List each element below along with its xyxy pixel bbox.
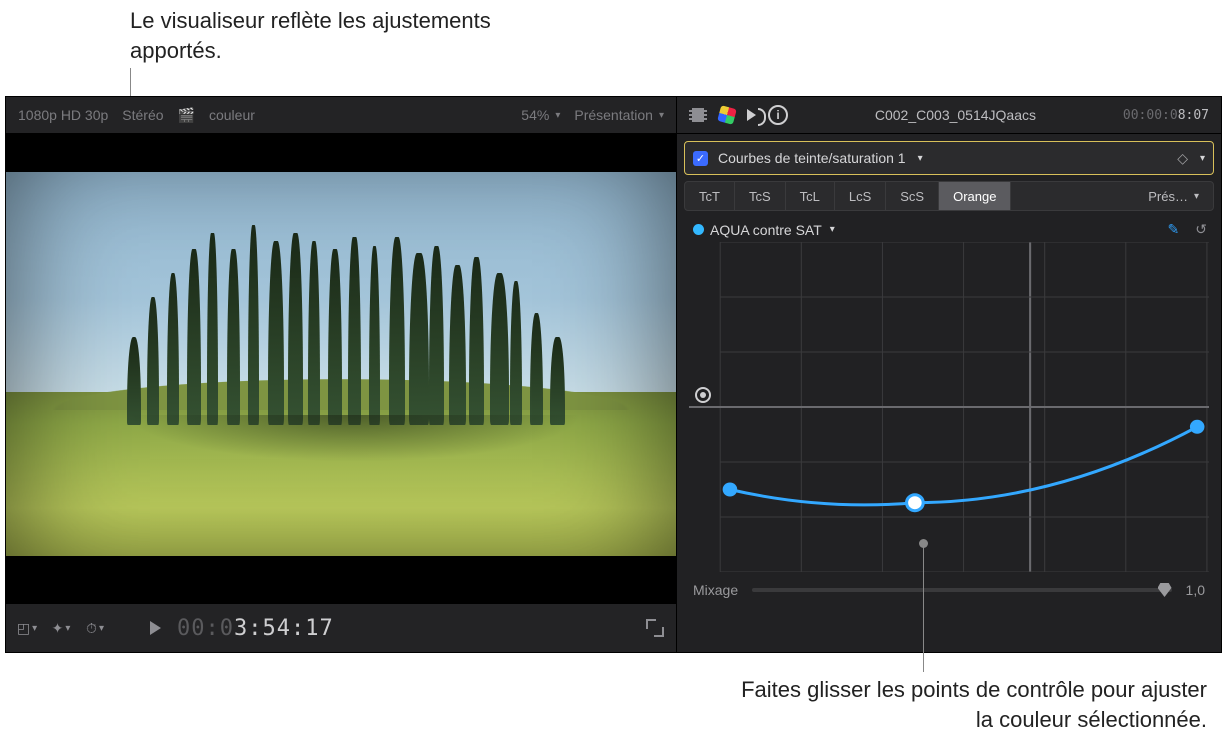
curve-tab-tct[interactable]: TcT (685, 182, 735, 210)
color-inspector-icon[interactable] (717, 105, 737, 125)
mix-slider-thumb[interactable] (1158, 583, 1172, 597)
play-button[interactable] (150, 621, 161, 635)
transform-menu-icon[interactable]: ✦▾ (52, 619, 70, 637)
curve-tabs: TcTTcSTcLLcSScSOrange Prés… ▾ (684, 181, 1214, 211)
info-inspector-icon[interactable]: i (768, 105, 788, 125)
curve-editor[interactable] (689, 242, 1209, 572)
fullscreen-icon[interactable] (646, 619, 664, 637)
curve-tab-orange[interactable]: Orange (939, 182, 1011, 210)
mix-slider[interactable] (752, 588, 1171, 592)
chevron-down-icon: ▾ (918, 153, 923, 164)
audio-label: Stéréo (122, 107, 163, 123)
correction-selector[interactable]: ✓ Courbes de teinte/saturation 1 ▾ ◇ ▾ (684, 141, 1214, 175)
retime-menu-icon[interactable]: ⏱▾ (86, 619, 104, 637)
viewer-pane: 1080p HD 30p Stéréo 🎬 couleur 54% ▾ Prése… (6, 97, 677, 652)
mix-value: 1,0 (1186, 582, 1205, 598)
preset-menu[interactable]: Prés… ▾ (1011, 182, 1213, 210)
control-point[interactable] (1190, 420, 1205, 434)
clapper-icon: 🎬 (178, 107, 195, 124)
inspector-pane: i C002_C003_0514JQaacs 00:00:08:07 ✓ Cou… (677, 97, 1221, 652)
zoom-value: 54% (521, 107, 549, 123)
chevron-down-icon[interactable]: ▾ (830, 224, 835, 235)
curve-tab-tcl[interactable]: TcL (786, 182, 835, 210)
view-menu-label: Présentation (574, 107, 653, 123)
curve-tab-scs[interactable]: ScS (886, 182, 939, 210)
curve-tab-tcs[interactable]: TcS (735, 182, 786, 210)
callout-leader-bottom (923, 544, 924, 672)
eyedropper-icon[interactable]: ✎ (1168, 221, 1180, 238)
chevron-down-icon: ▾ (1194, 191, 1199, 202)
preview-image (6, 134, 676, 603)
inspector-timecode: 00:00:08:07 (1123, 108, 1209, 123)
mix-row: Mixage 1,0 (677, 572, 1221, 598)
curve-grid (689, 242, 1209, 572)
project-title: couleur (209, 107, 255, 123)
video-inspector-icon[interactable] (689, 108, 707, 122)
callout-viewer: Le visualiseur reflète les ajustements a… (130, 6, 510, 66)
curve-title[interactable]: AQUA contre SAT (710, 222, 822, 238)
viewer-toolbar: 1080p HD 30p Stéréo 🎬 couleur 54% ▾ Prése… (6, 97, 676, 134)
timecode-display[interactable]: 00:03:54:17 (177, 616, 334, 641)
reset-curve-icon[interactable]: ↺ (1195, 221, 1207, 238)
format-label: 1080p HD 30p (18, 107, 108, 123)
mix-label: Mixage (693, 582, 738, 598)
chevron-down-icon[interactable]: ▾ (1200, 153, 1205, 164)
curve-tab-lcs[interactable]: LcS (835, 182, 886, 210)
inspector-header: i C002_C003_0514JQaacs 00:00:08:07 (677, 97, 1221, 134)
audio-inspector-icon[interactable] (747, 109, 756, 121)
chevron-down-icon: ▾ (555, 110, 560, 121)
crop-menu-icon[interactable]: ◰▾ (18, 619, 36, 637)
control-point[interactable] (723, 483, 738, 497)
timecode-dim: 00:0 (177, 616, 234, 641)
callout-controls: Faites glisser les points de contrôle po… (737, 675, 1207, 735)
correction-name: Courbes de teinte/saturation 1 (718, 150, 906, 166)
curve-header: AQUA contre SAT ▾ ✎ ↺ (677, 211, 1221, 242)
keyframe-icon[interactable]: ◇ (1177, 150, 1188, 167)
view-menu[interactable]: Présentation ▾ (574, 107, 664, 123)
timecode-value: 3:54:17 (234, 616, 334, 641)
baseline-indicator-icon (695, 387, 711, 403)
zoom-menu[interactable]: 54% ▾ (521, 107, 560, 123)
control-point[interactable] (907, 495, 924, 511)
viewer-canvas[interactable] (6, 134, 676, 603)
app-window: 1080p HD 30p Stéréo 🎬 couleur 54% ▾ Prése… (5, 96, 1222, 653)
transport-bar: ◰▾ ✦▾ ⏱▾ 00:03:54:17 (6, 603, 676, 652)
clip-name: C002_C003_0514JQaacs (800, 107, 1111, 123)
correction-enable-checkbox[interactable]: ✓ (693, 151, 708, 166)
aqua-swatch-icon (693, 224, 704, 235)
chevron-down-icon: ▾ (659, 110, 664, 121)
preset-label: Prés… (1148, 189, 1188, 204)
